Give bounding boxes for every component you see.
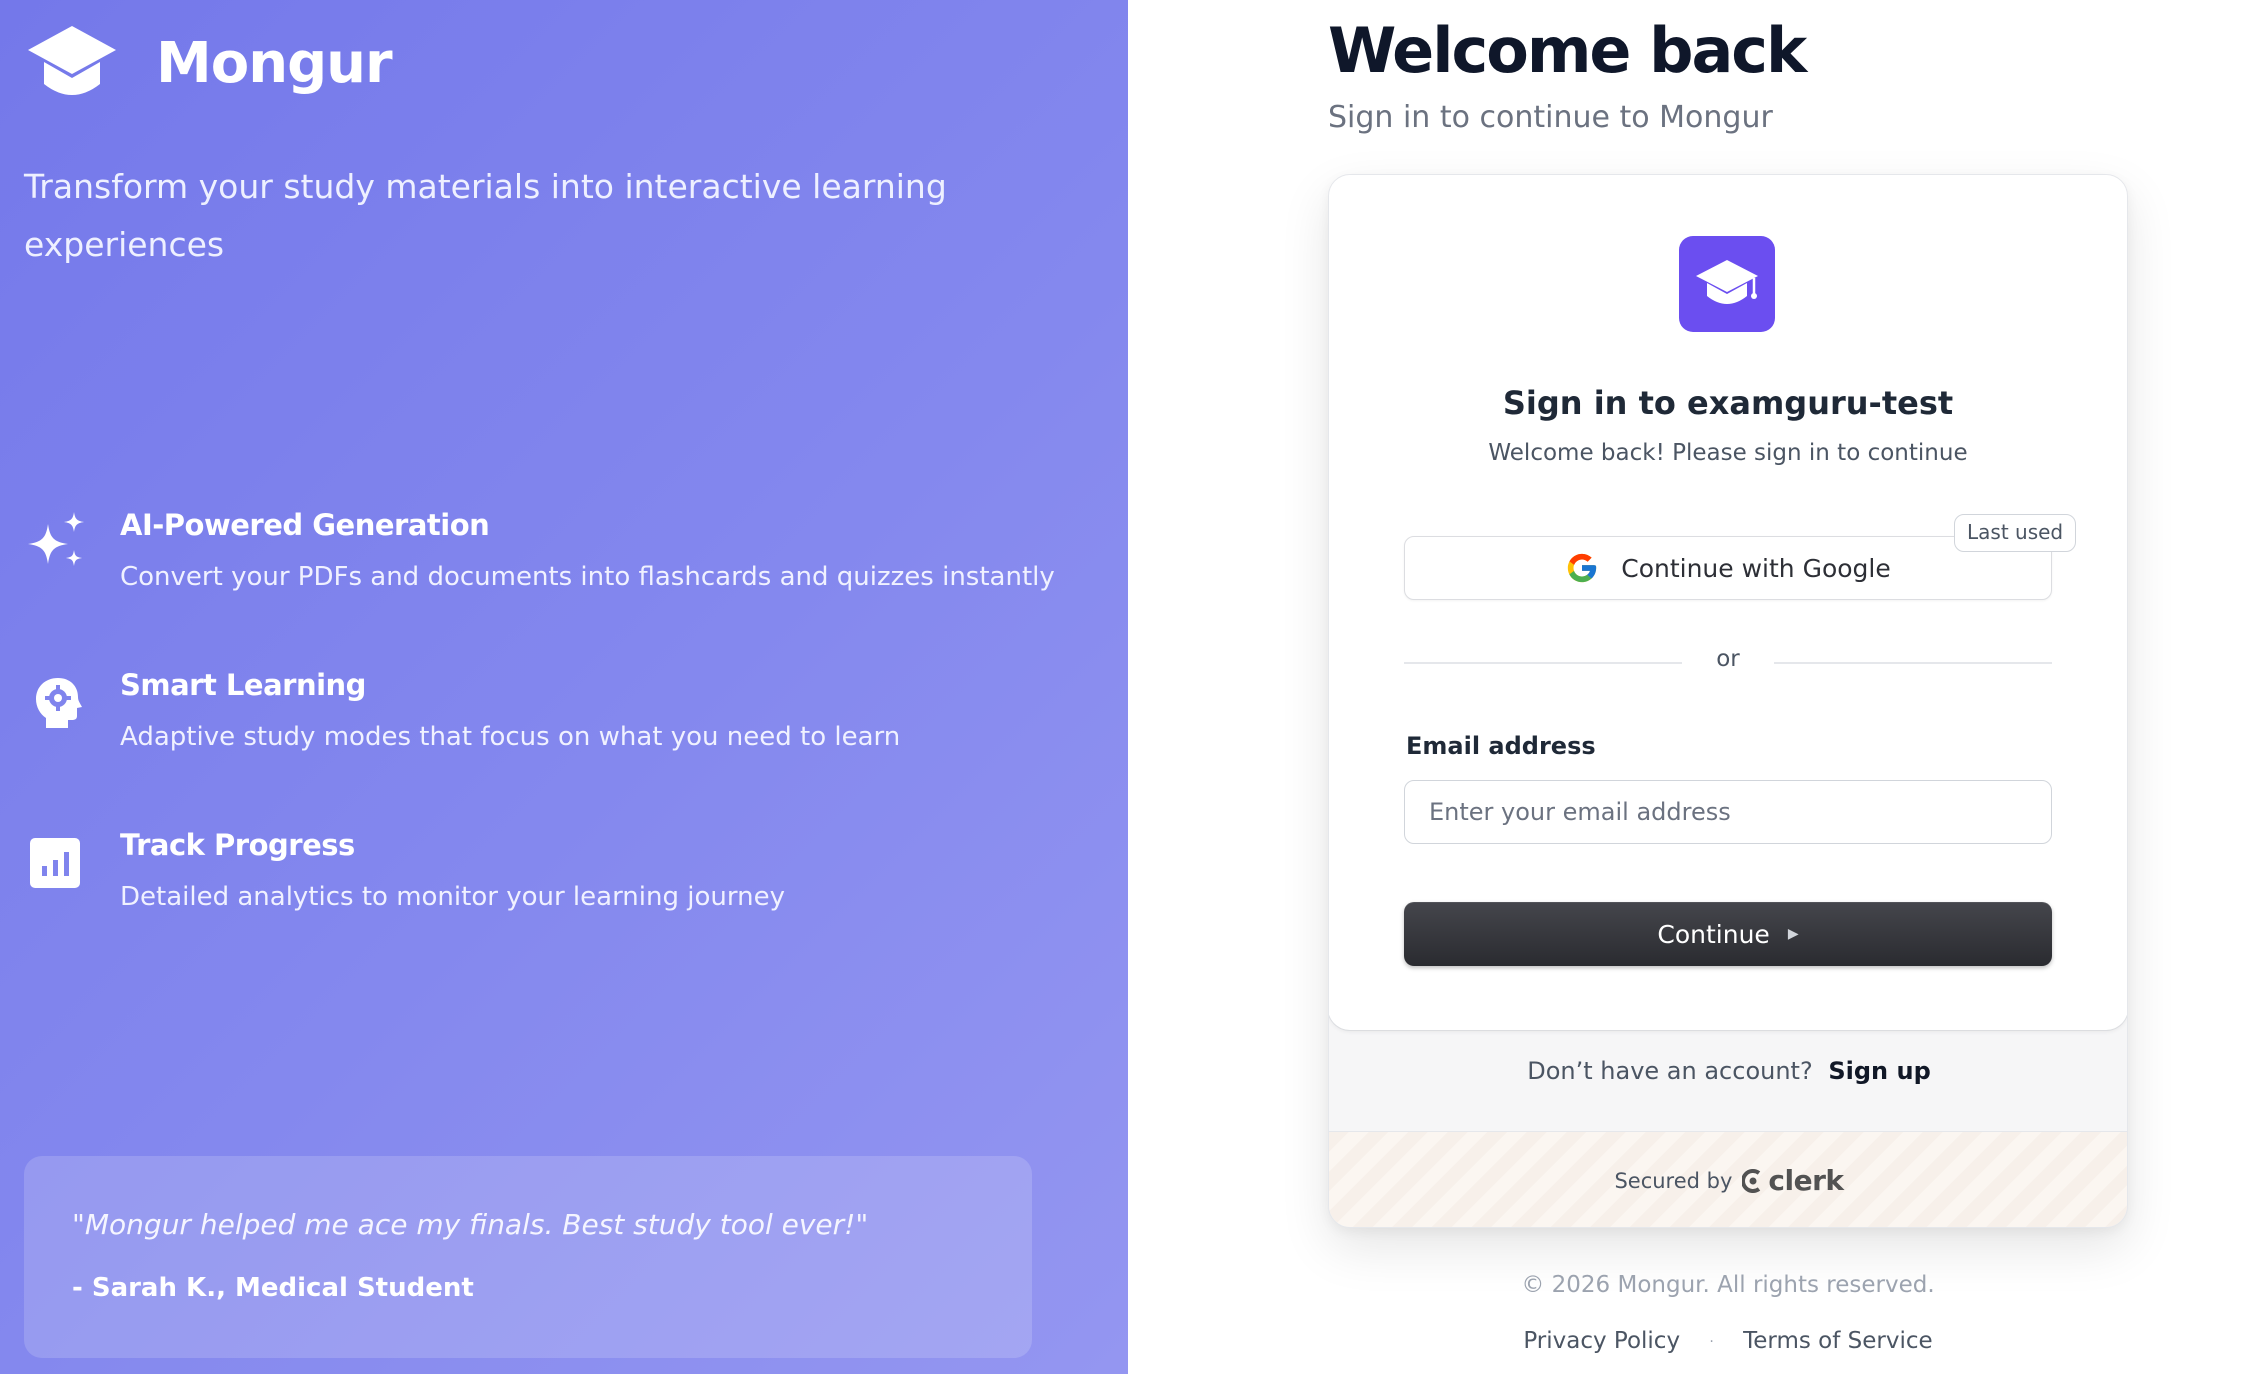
divider-text: or — [1716, 646, 1740, 672]
clerk-brand: clerk — [1768, 1164, 1844, 1197]
terms-of-service-link[interactable]: Terms of Service — [1743, 1328, 1933, 1354]
card-subtitle: Welcome back! Please sign in to continue — [1488, 440, 1968, 466]
divider-line — [1404, 662, 1682, 664]
sign-in-form: Sign in to examguru-test Welcome back! P… — [1329, 175, 2127, 1030]
brain-gear-icon — [36, 678, 82, 728]
copyright: © 2026 Mongur. All rights reserved. — [1521, 1272, 1935, 1298]
brand-name: Mongur — [156, 30, 393, 96]
signup-prompt: Don’t have an account? — [1527, 1057, 1813, 1085]
divider-line — [1774, 662, 2052, 664]
graduation-cap-icon — [28, 26, 116, 95]
footer-links: Privacy Policy · Terms of Service — [1328, 1328, 2128, 1354]
bar-chart-icon — [30, 838, 80, 888]
feature-title: AI-Powered Generation — [120, 508, 490, 542]
tagline: Transform your study materials into inte… — [24, 167, 947, 264]
feature-description: Adaptive study modes that focus on what … — [120, 722, 901, 752]
testimonial-author: - Sarah K., Medical Student — [72, 1273, 474, 1303]
sign-up-link[interactable]: Sign up — [1828, 1057, 1930, 1085]
email-field[interactable] — [1404, 780, 2052, 844]
sign-in-card: Sign in to examguru-test Welcome back! P… — [1328, 174, 2128, 1228]
last-used-badge: Last used — [1954, 514, 2077, 552]
page-subtitle: Sign in to continue to Mongur — [1328, 100, 1773, 135]
email-label: Email address — [1406, 732, 1596, 760]
privacy-policy-link[interactable]: Privacy Policy — [1523, 1328, 1680, 1354]
footer-separator: · — [1709, 1333, 1714, 1350]
feature-description: Detailed analytics to monitor your learn… — [120, 882, 785, 912]
continue-button-label: Continue — [1657, 919, 1770, 949]
signup-row: Don’t have an account? Sign up — [1329, 1057, 2127, 1085]
feature-description: Convert your PDFs and documents into fla… — [120, 562, 1055, 592]
secured-by-footer: Secured by clerk — [1329, 1131, 2127, 1227]
caret-right-icon: ▶ — [1787, 926, 1799, 942]
google-icon — [1568, 553, 1597, 583]
testimonial-quote: "Mongur helped me ace my finals. Best st… — [72, 1208, 869, 1241]
graduation-cap-icon — [1696, 260, 1758, 304]
sparkles-icon — [28, 512, 84, 566]
google-button-label: Continue with Google — [1621, 553, 1891, 583]
clerk-logo-icon — [1742, 1168, 1761, 1193]
app-logo — [1679, 236, 1775, 332]
feature-title: Track Progress — [120, 828, 355, 862]
card-title: Sign in to examguru-test — [1502, 384, 1954, 422]
secured-by-text: Secured by — [1614, 1168, 1733, 1193]
testimonial-card: "Mongur helped me ace my finals. Best st… — [24, 1156, 1032, 1358]
continue-button[interactable]: Continue ▶ — [1404, 902, 2052, 966]
page-title: Welcome back — [1328, 14, 1807, 87]
feature-title: Smart Learning — [120, 668, 366, 702]
brand: Mongur — [26, 24, 393, 102]
hero-panel: Mongur Transform your study materials in… — [0, 0, 1128, 1374]
